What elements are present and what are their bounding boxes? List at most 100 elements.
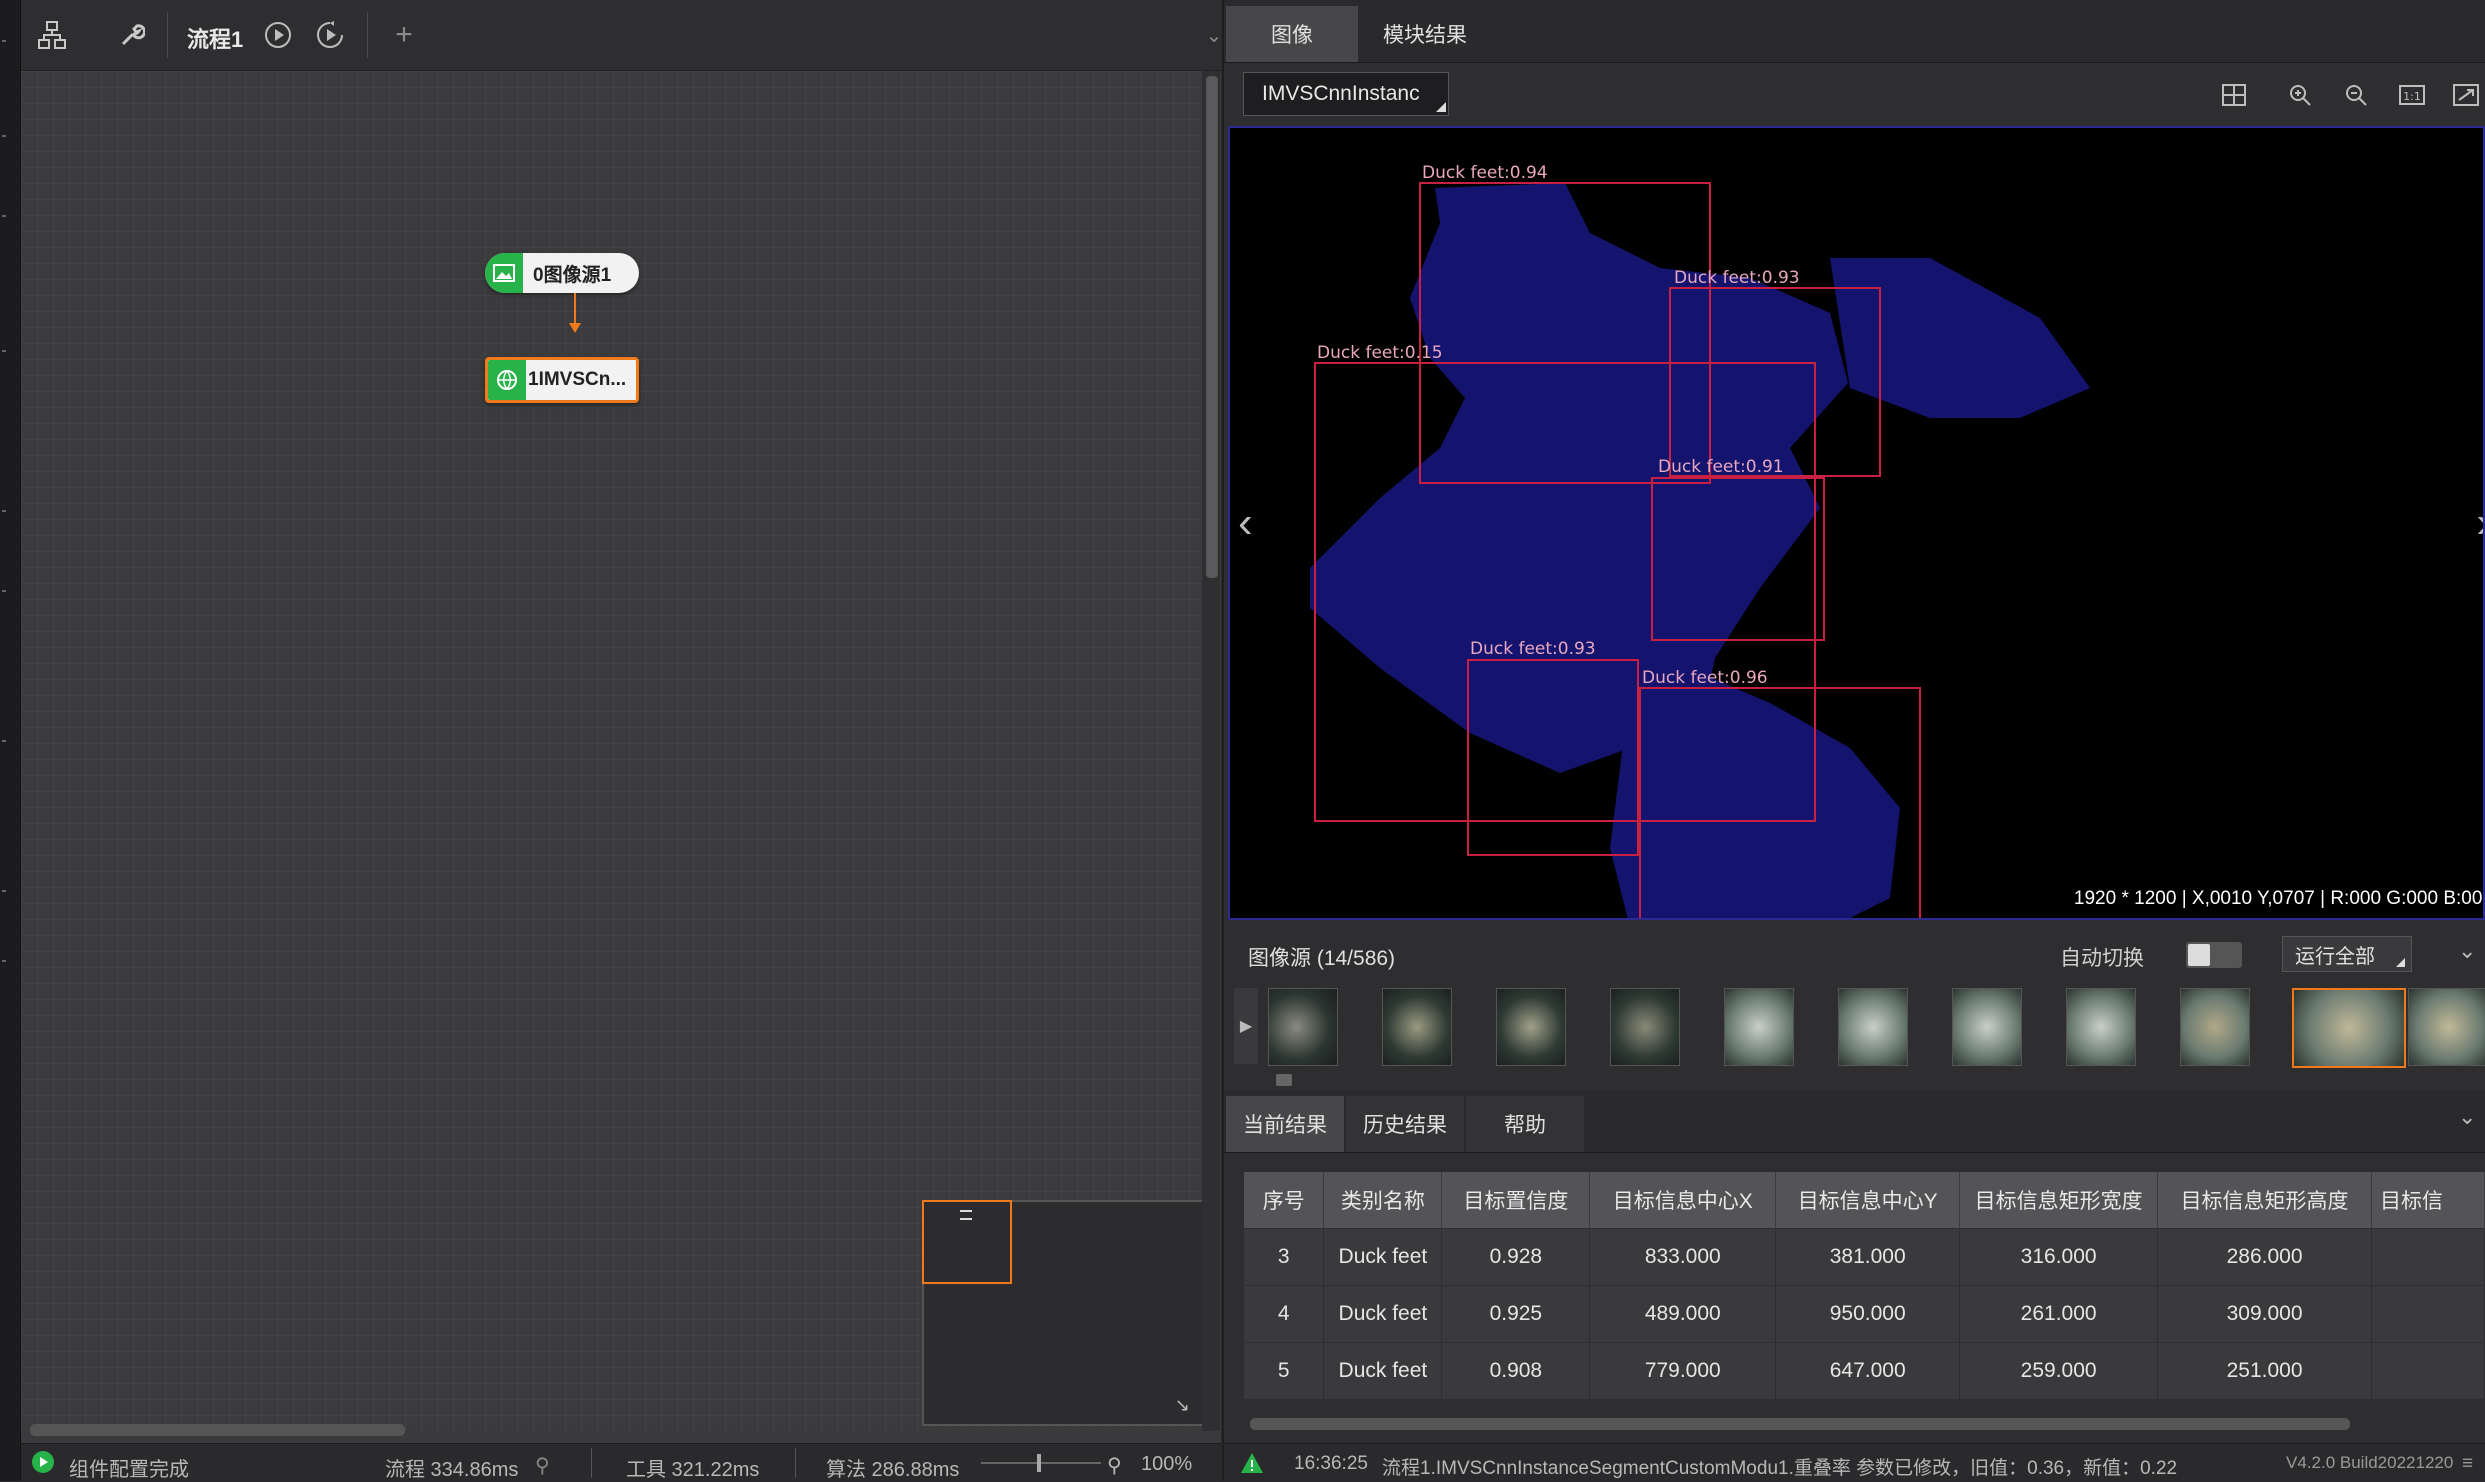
- wrench-icon[interactable]: [115, 18, 149, 52]
- actual-size-icon[interactable]: 1:1: [2396, 80, 2428, 110]
- table-cell: 259.000: [1959, 1342, 2159, 1399]
- table-cell: [2371, 1228, 2485, 1286]
- table-cell: 251.000: [2157, 1342, 2373, 1399]
- table-cell: 647.000: [1775, 1342, 1961, 1399]
- side-strip: [0, 0, 21, 1481]
- thumbnail[interactable]: [2066, 988, 2136, 1066]
- table-cell: Duck feet: [1323, 1285, 1443, 1343]
- svg-text:1:1: 1:1: [2403, 90, 2421, 103]
- flow-node-cnn-module[interactable]: 1IMVSCn...: [485, 357, 639, 403]
- node-label: 1IMVSCn...: [528, 369, 627, 390]
- tab-image[interactable]: 图像: [1226, 6, 1358, 62]
- image-viewer[interactable]: Duck feet:0.94 Duck feet:0.93 Duck feet:…: [1228, 126, 2485, 920]
- table-cell: 261.000: [1959, 1285, 2159, 1343]
- column-header[interactable]: 目标置信度: [1441, 1172, 1591, 1229]
- run-all-select[interactable]: 运行全部: [2282, 936, 2412, 972]
- detection-label: Duck feet:0.94: [1422, 163, 1548, 183]
- flow-toolbar: 流程1 + ⌄: [21, 0, 1222, 71]
- detection-label: Duck feet:0.15: [1317, 343, 1443, 363]
- table-cell: 309.000: [2157, 1285, 2373, 1343]
- table-cell: 833.000: [1589, 1228, 1777, 1286]
- run-loop-icon[interactable]: [313, 18, 347, 52]
- chevron-down-icon[interactable]: ⌄: [2458, 1104, 2476, 1130]
- canvas-horizontal-scrollbar[interactable]: [30, 1424, 405, 1436]
- add-flow-icon[interactable]: +: [387, 18, 421, 52]
- fit-window-icon[interactable]: [2450, 80, 2482, 110]
- table-horizontal-scrollbar[interactable]: [1250, 1418, 2350, 1430]
- version-label: V4.2.0 Build20221220: [2286, 1453, 2454, 1472]
- tab-current-result[interactable]: 当前结果: [1226, 1096, 1344, 1152]
- chevron-down-icon[interactable]: ⌄: [2458, 938, 2476, 964]
- table-cell: [2371, 1342, 2485, 1399]
- result-tabs: 当前结果 历史结果 帮助 ⌄: [1224, 1090, 2485, 1153]
- thumbnail[interactable]: [1496, 988, 1566, 1066]
- table-cell: 0.908: [1441, 1342, 1591, 1399]
- table-cell: Duck feet: [1323, 1342, 1443, 1399]
- table-row[interactable]: 4 Duck feet 0.925 489.000 950.000 261.00…: [1244, 1285, 2485, 1343]
- zoom-in-icon[interactable]: [2284, 80, 2316, 110]
- thumbnail-selected[interactable]: [2292, 988, 2406, 1068]
- column-header[interactable]: 目标信: [2371, 1172, 2485, 1229]
- table-cell: 779.000: [1589, 1342, 1777, 1399]
- column-header[interactable]: 目标信息矩形宽度: [1959, 1172, 2159, 1229]
- table-row[interactable]: 5 Duck feet 0.908 779.000 647.000 259.00…: [1244, 1342, 2485, 1399]
- tool-time: 工具 321.22ms: [626, 1459, 760, 1481]
- zoom-out-icon[interactable]: [2340, 80, 2372, 110]
- thumbnail[interactable]: [1268, 988, 1338, 1066]
- flow-time: 流程 334.86ms: [385, 1459, 519, 1481]
- table-cell: 4: [1244, 1285, 1325, 1343]
- thumbnail[interactable]: [1724, 988, 1794, 1066]
- tab-module-result[interactable]: 模块结果: [1358, 6, 1492, 62]
- menu-icon[interactable]: ≡: [2462, 1453, 2473, 1475]
- auto-switch-toggle[interactable]: [2186, 942, 2242, 968]
- connector-arrow: [569, 293, 581, 333]
- flow-canvas[interactable]: 0图像源1 1IMVSCn... ↘: [21, 71, 1204, 1431]
- flow-node-image-source[interactable]: 0图像源1: [485, 253, 639, 293]
- hierarchy-icon[interactable]: [35, 18, 69, 52]
- result-table-wrap: 序号 类别名称 目标置信度 目标信息中心X 目标信息中心Y 目标信息矩形宽度 目…: [1244, 1172, 2485, 1404]
- zoom-slider[interactable]: [981, 1454, 1101, 1472]
- detection-label: Duck feet:0.93: [1674, 268, 1800, 288]
- run-status-icon: [31, 1450, 55, 1480]
- play-thumbs-icon[interactable]: ▶: [1234, 988, 1258, 1064]
- minimap-viewport[interactable]: [922, 1200, 1012, 1284]
- tab-help[interactable]: 帮助: [1466, 1096, 1584, 1152]
- image-source-title: 图像源 (14/586): [1248, 947, 1396, 970]
- thumbnail-strip: ▶: [1234, 982, 2485, 1072]
- node-label: 0图像源1: [533, 264, 612, 286]
- thumbnail[interactable]: [2180, 988, 2250, 1066]
- minimap[interactable]: ↘: [922, 1200, 1204, 1426]
- thumbnail-scrollbar[interactable]: [1276, 1074, 1292, 1086]
- flow-time-icon: ⚲: [535, 1455, 550, 1477]
- log-bar: 16:36:25 流程1.IMVSCnnInstanceSegmentCusto…: [1224, 1443, 2485, 1482]
- resize-icon[interactable]: ↘: [1175, 1395, 1190, 1416]
- thumbnail[interactable]: [1382, 988, 1452, 1066]
- column-header[interactable]: 目标信息中心Y: [1775, 1172, 1961, 1229]
- algo-time: 算法 286.88ms: [826, 1459, 960, 1481]
- column-header[interactable]: 类别名称: [1323, 1172, 1443, 1229]
- next-image-icon[interactable]: ›: [2476, 498, 2483, 548]
- log-message: 流程1.IMVSCnnInstanceSegmentCustomModu1.重叠…: [1382, 1458, 2178, 1479]
- warning-icon: [1240, 1452, 1264, 1480]
- column-header[interactable]: 目标信息矩形高度: [2157, 1172, 2373, 1229]
- column-header[interactable]: 目标信息中心X: [1589, 1172, 1777, 1229]
- table-cell: 316.000: [1959, 1228, 2159, 1286]
- column-header[interactable]: 序号: [1244, 1172, 1325, 1229]
- run-once-icon[interactable]: [261, 18, 295, 52]
- thumbnail[interactable]: [1952, 988, 2022, 1066]
- table-row[interactable]: 3 Duck feet 0.928 833.000 381.000 316.00…: [1244, 1228, 2485, 1286]
- prev-image-icon[interactable]: ‹: [1238, 498, 1253, 548]
- flow-tab-title[interactable]: 流程1: [187, 22, 243, 54]
- tab-history-result[interactable]: 历史结果: [1346, 1096, 1464, 1152]
- segmentation-overlay: Duck feet:0.94 Duck feet:0.93 Duck feet:…: [1310, 163, 2090, 918]
- image-layer-select[interactable]: IMVSCnnInstanc: [1243, 72, 1449, 116]
- grid-icon[interactable]: [2218, 80, 2250, 110]
- canvas-vertical-scrollbar[interactable]: [1202, 71, 1220, 1431]
- thumbnail[interactable]: [2408, 988, 2485, 1066]
- table-cell: 286.000: [2157, 1228, 2373, 1286]
- thumbnail[interactable]: [1610, 988, 1680, 1066]
- detection-label: Duck feet:0.93: [1470, 639, 1596, 659]
- table-cell: 489.000: [1589, 1285, 1777, 1343]
- result-table: 序号 类别名称 目标置信度 目标信息中心X 目标信息中心Y 目标信息矩形宽度 目…: [1244, 1172, 2485, 1399]
- thumbnail[interactable]: [1838, 988, 1908, 1066]
